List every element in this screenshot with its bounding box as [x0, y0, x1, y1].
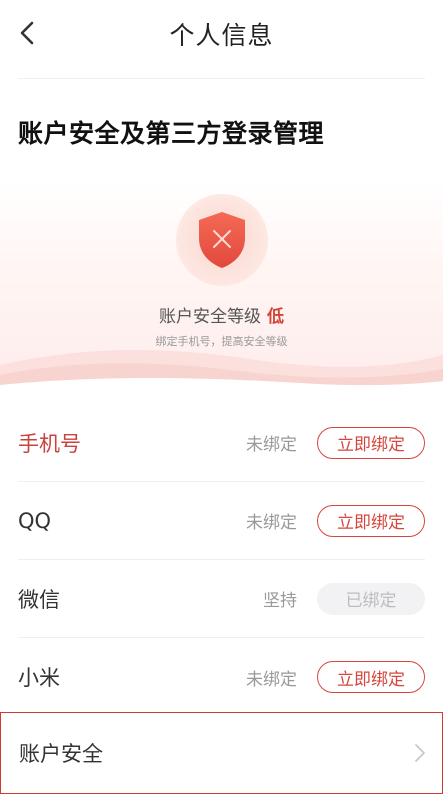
account-security-label: 账户安全 — [19, 742, 103, 766]
security-level-label: 账户安全等级 — [159, 307, 261, 327]
bind-phone-button[interactable]: 立即绑定 — [317, 426, 425, 459]
binding-status: 未绑定 — [246, 669, 297, 690]
security-level-panel: 账户安全等级低 绑定手机号，提高安全等级 — [0, 180, 443, 395]
binding-status: 未绑定 — [246, 513, 297, 533]
section-title: 账户安全及第三方登录管理 — [18, 119, 325, 148]
header-bar: 个人信息 — [0, 0, 443, 66]
shield-x-icon — [199, 212, 245, 268]
security-level: 账户安全等级低 — [0, 302, 443, 327]
binding-label: QQ — [18, 508, 52, 533]
header-divider — [18, 78, 425, 79]
binding-row-qq: QQ 未绑定 立即绑定 — [18, 482, 425, 560]
binding-row-xiaomi: 小米 未绑定 立即绑定 — [18, 638, 425, 716]
binding-row-phone: 手机号 未绑定 立即绑定 — [18, 404, 425, 482]
binding-status: 未绑定 — [246, 435, 297, 455]
wechat-bound-button: 已绑定 — [317, 582, 425, 615]
binding-label: 手机号 — [18, 431, 81, 456]
binding-label: 小米 — [18, 666, 60, 690]
shield-badge — [176, 194, 268, 286]
binding-label: 微信 — [18, 587, 60, 612]
binding-row-wechat: 微信 坚持 已绑定 — [18, 560, 425, 638]
binding-status: 坚持 — [263, 591, 297, 611]
bind-xiaomi-button[interactable]: 立即绑定 — [317, 661, 425, 693]
security-hint: 绑定手机号，提高安全等级 — [155, 335, 288, 348]
security-level-value: 低 — [267, 307, 284, 327]
account-security-row[interactable]: 账户安全 — [0, 712, 443, 794]
bind-qq-button[interactable]: 立即绑定 — [317, 504, 425, 537]
chevron-right-icon — [415, 744, 425, 762]
page-title: 个人信息 — [169, 21, 274, 50]
personal-info-page: 个人信息 账户安全及第三方登录管理 账户安全等级低 绑定手机号，提高安全等级 手… — [0, 0, 443, 807]
